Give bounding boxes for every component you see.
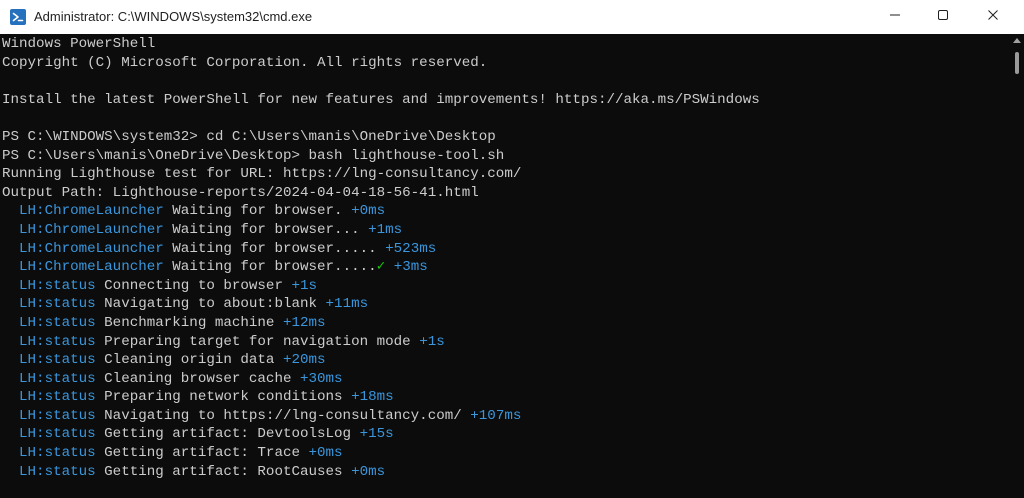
log-tag: LH:status [19,352,96,369]
log-elapsed-time: +107ms [470,407,522,424]
log-line: LH:ChromeLauncher Waiting for browser...… [2,258,1010,277]
minimize-button[interactable] [872,0,918,34]
log-message: Benchmarking machine [104,314,275,331]
log-tag: LH:status [19,333,96,350]
log-elapsed-time: +12ms [282,314,326,331]
maximize-button[interactable] [920,0,966,34]
log-message: Navigating to https://lng-consultancy.co… [104,407,462,424]
log-tag: LH:status [19,296,96,313]
log-message: Waiting for browser..... [172,240,377,257]
log-elapsed-time: +1s [291,277,318,294]
log-tag: LH:status [19,389,96,406]
terminal-window: Administrator: C:\WINDOWS\system32\cmd.e… [0,0,1024,498]
check-icon: ✓ [376,259,386,276]
log-message: Waiting for browser..... [172,259,377,276]
log-tag: LH:ChromeLauncher [19,240,164,257]
log-message: Getting artifact: DevtoolsLog [104,426,352,443]
log-tag: LH:status [19,426,96,443]
log-elapsed-time: +3ms [393,259,428,276]
log-message: Waiting for browser... [172,221,360,238]
log-tag: LH:status [19,463,96,480]
log-message: Cleaning origin data [104,352,275,369]
log-line: LH:status Preparing network conditions +… [2,388,1010,407]
console-line: Running Lighthouse test for URL: https:/… [2,166,522,183]
log-message: Waiting for browser. [172,203,343,220]
minimize-icon [889,8,901,26]
log-elapsed-time: +0ms [308,445,343,462]
log-line: LH:status Cleaning origin data +20ms [2,351,1010,370]
log-line: LH:status Preparing target for navigatio… [2,333,1010,352]
console-line: PS C:\WINDOWS\system32> cd C:\Users\mani… [2,128,496,145]
log-tag: LH:status [19,407,96,424]
log-line: LH:status Benchmarking machine +12ms [2,314,1010,333]
window-title: Administrator: C:\WINDOWS\system32\cmd.e… [34,9,313,24]
log-elapsed-time: +15s [359,426,394,443]
log-line: LH:status Cleaning browser cache +30ms [2,370,1010,389]
log-line: LH:ChromeLauncher Waiting for browser. +… [2,202,1010,221]
log-tag: LH:ChromeLauncher [19,203,164,220]
log-message: Cleaning browser cache [104,370,292,387]
log-line: LH:status Navigating to about:blank +11m… [2,295,1010,314]
close-icon [987,8,999,26]
log-elapsed-time: +30ms [300,370,343,387]
log-line: LH:status Getting artifact: RootCauses +… [2,463,1010,482]
log-elapsed-time: +523ms [385,240,437,257]
log-line: LH:status Navigating to https://lng-cons… [2,407,1010,426]
scroll-thumb[interactable] [1015,52,1019,74]
log-elapsed-time: +0ms [351,203,386,220]
log-tag: LH:status [19,277,96,294]
log-message: Getting artifact: Trace [104,445,300,462]
log-line: LH:ChromeLauncher Waiting for browser...… [2,221,1010,240]
powershell-icon [10,9,26,25]
log-elapsed-time: +1s [419,333,445,350]
log-tag: LH:ChromeLauncher [19,259,164,276]
close-button[interactable] [970,0,1016,34]
log-elapsed-time: +1ms [368,221,403,238]
log-elapsed-time: +18ms [351,389,394,406]
log-tag: LH:status [19,314,96,331]
log-line: LH:ChromeLauncher Waiting for browser...… [2,240,1010,259]
log-line: LH:status Getting artifact: DevtoolsLog … [2,425,1010,444]
console-line: Windows PowerShell [2,36,156,52]
log-line: LH:status Getting artifact: Trace +0ms [2,444,1010,463]
console-line: Output Path: Lighthouse-reports/2024-04-… [2,184,479,201]
maximize-icon [937,8,949,26]
console-line: PS C:\Users\manis\OneDrive\Desktop> bash… [2,147,505,164]
log-message: Getting artifact: RootCauses [104,463,343,480]
log-line: LH:status Connecting to browser +1s [2,277,1010,296]
lighthouse-log: LH:ChromeLauncher Waiting for browser. +… [2,202,1010,481]
title-bar[interactable]: Administrator: C:\WINDOWS\system32\cmd.e… [0,0,1024,34]
console-output[interactable]: Windows PowerShell Copyright (C) Microso… [0,34,1010,498]
console-line: Copyright (C) Microsoft Corporation. All… [2,54,488,71]
log-message: Navigating to about:blank [104,296,318,313]
log-message: Preparing network conditions [104,389,343,406]
console-line: Install the latest PowerShell for new fe… [2,91,760,108]
log-elapsed-time: +11ms [325,296,369,313]
log-tag: LH:status [19,370,96,387]
scroll-up-icon[interactable] [1013,38,1021,43]
log-elapsed-time: +20ms [282,352,326,369]
log-message: Connecting to browser [104,277,283,294]
log-tag: LH:ChromeLauncher [19,221,164,238]
vertical-scrollbar[interactable] [1010,34,1024,498]
log-message: Preparing target for navigation mode [104,333,411,350]
log-elapsed-time: +0ms [351,463,386,480]
log-tag: LH:status [19,445,96,462]
